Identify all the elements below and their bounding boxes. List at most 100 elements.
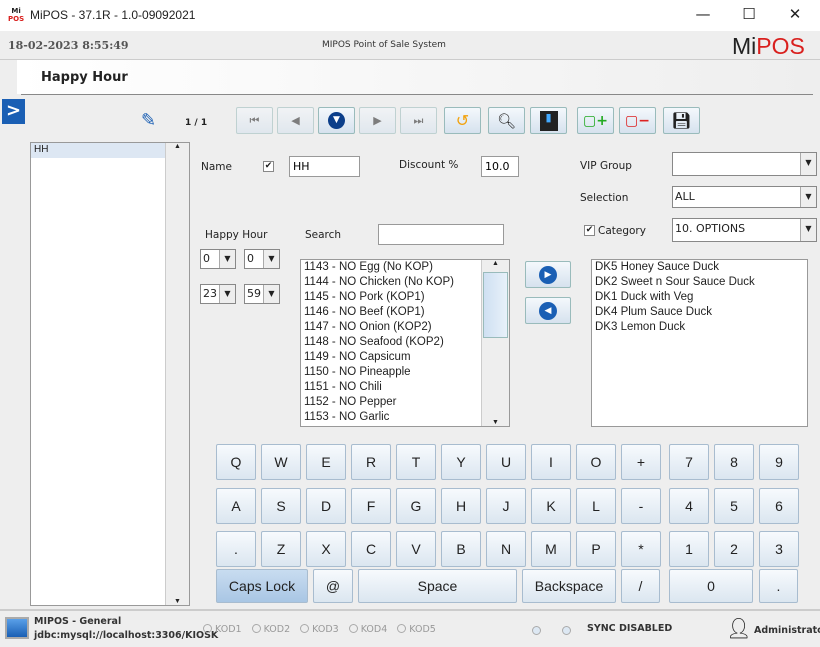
- last-record-button[interactable]: ⏭: [400, 107, 437, 134]
- list-item[interactable]: 1149 - NO Capsicum: [301, 350, 509, 365]
- key-T[interactable]: T: [396, 444, 436, 480]
- kod-radio-4[interactable]: KOD4: [348, 624, 387, 635]
- list-item[interactable]: 1146 - NO Beef (KOP1): [301, 305, 509, 320]
- list-item[interactable]: DK5 Honey Sauce Duck: [592, 260, 807, 275]
- list-item[interactable]: 1150 - NO Pineapple: [301, 365, 509, 380]
- key-*[interactable]: *: [621, 531, 661, 567]
- edit-pencil-icon[interactable]: ✎: [141, 110, 156, 131]
- key-R[interactable]: R: [351, 444, 391, 480]
- key-F[interactable]: F: [351, 488, 391, 524]
- category-select[interactable]: 10. OPTIONS ▼: [672, 218, 817, 242]
- key-H[interactable]: H: [441, 488, 481, 524]
- scroll-up-icon[interactable]: ▲: [166, 143, 189, 150]
- search-input[interactable]: [378, 224, 504, 245]
- list-item[interactable]: 1151 - NO Chili: [301, 380, 509, 395]
- space-key[interactable]: Space: [358, 569, 517, 603]
- key-D[interactable]: D: [306, 488, 346, 524]
- scroll-thumb[interactable]: [483, 272, 508, 338]
- key-P[interactable]: P: [576, 531, 616, 567]
- key-9[interactable]: 9: [759, 444, 799, 480]
- key-6[interactable]: 6: [759, 488, 799, 524]
- save-button[interactable]: 💾︎: [663, 107, 700, 134]
- key-O[interactable]: O: [576, 444, 616, 480]
- start-minute-select[interactable]: 0 ▼: [244, 249, 280, 269]
- kod-radio-2[interactable]: KOD2: [251, 624, 290, 635]
- key-E[interactable]: E: [306, 444, 346, 480]
- close-button[interactable]: ✕: [780, 5, 810, 23]
- key-4[interactable]: 4: [669, 488, 709, 524]
- key-7[interactable]: 7: [669, 444, 709, 480]
- key-8[interactable]: 8: [714, 444, 754, 480]
- end-hour-select[interactable]: 23 ▼: [200, 284, 236, 304]
- remove-item-button[interactable]: ◀: [525, 297, 571, 324]
- key-U[interactable]: U: [486, 444, 526, 480]
- dot-key[interactable]: .: [759, 569, 798, 603]
- slash-key[interactable]: /: [621, 569, 660, 603]
- list-item[interactable]: 1144 - NO Chicken (No KOP): [301, 275, 509, 290]
- list-item[interactable]: 1147 - NO Onion (KOP2): [301, 320, 509, 335]
- backspace-key[interactable]: Backspace: [522, 569, 616, 603]
- caps-lock-key[interactable]: Caps Lock: [216, 569, 308, 603]
- list-item[interactable]: 1143 - NO Egg (No KOP): [301, 260, 509, 275]
- scroll-down-icon[interactable]: ▼: [482, 419, 509, 426]
- list-item[interactable]: 1153 - NO Garlic: [301, 410, 509, 425]
- category-checkbox[interactable]: ✔: [584, 225, 595, 236]
- key-J[interactable]: J: [486, 488, 526, 524]
- selection-select[interactable]: ALL ▼: [672, 186, 817, 208]
- key-Z[interactable]: Z: [261, 531, 301, 567]
- key-Y[interactable]: Y: [441, 444, 481, 480]
- add-item-button[interactable]: ▶: [525, 261, 571, 288]
- selected-items-list[interactable]: DK5 Honey Sauce Duck DK2 Sweet n Sour Sau…: [591, 259, 808, 427]
- key-Q[interactable]: Q: [216, 444, 256, 480]
- first-record-button[interactable]: ⏮: [236, 107, 273, 134]
- key-+[interactable]: +: [621, 444, 661, 480]
- key-X[interactable]: X: [306, 531, 346, 567]
- list-item[interactable]: DK3 Lemon Duck: [592, 320, 807, 335]
- discount-field[interactable]: [481, 156, 519, 177]
- key-A[interactable]: A: [216, 488, 256, 524]
- key-B[interactable]: B: [441, 531, 481, 567]
- key-L[interactable]: L: [576, 488, 616, 524]
- previous-record-button[interactable]: ◀: [277, 107, 314, 134]
- key-0[interactable]: 0: [669, 569, 753, 603]
- minimize-button[interactable]: —: [688, 5, 718, 23]
- add-button[interactable]: ▢+: [577, 107, 614, 134]
- key-C[interactable]: C: [351, 531, 391, 567]
- key-.[interactable]: .: [216, 531, 256, 567]
- maximize-button[interactable]: ☐: [734, 5, 764, 23]
- key-3[interactable]: 3: [759, 531, 799, 567]
- scrollbar[interactable]: ▲ ▼: [165, 143, 189, 605]
- report-button[interactable]: ▮: [530, 107, 567, 134]
- kod-radio-5[interactable]: KOD5: [397, 624, 436, 635]
- key-V[interactable]: V: [396, 531, 436, 567]
- key-N[interactable]: N: [486, 531, 526, 567]
- expand-sidebar-button[interactable]: >: [2, 99, 25, 124]
- list-item[interactable]: 1148 - NO Seafood (KOP2): [301, 335, 509, 350]
- happy-hour-list[interactable]: HH ▲ ▼: [30, 142, 190, 606]
- next-record-button[interactable]: ▶: [359, 107, 396, 134]
- key-G[interactable]: G: [396, 488, 436, 524]
- refresh-button[interactable]: ↺: [444, 107, 481, 134]
- scroll-down-icon[interactable]: ▼: [166, 598, 189, 605]
- scrollbar[interactable]: ▲ ▼: [481, 260, 509, 426]
- vip-group-select[interactable]: ▼: [672, 152, 817, 176]
- list-item[interactable]: DK1 Duck with Veg: [592, 290, 807, 305]
- list-item[interactable]: DK2 Sweet n Sour Sauce Duck: [592, 275, 807, 290]
- kod-radio-1[interactable]: KOD1: [203, 624, 242, 635]
- at-key[interactable]: @: [313, 569, 353, 603]
- scroll-up-icon[interactable]: ▲: [482, 260, 509, 267]
- key-W[interactable]: W: [261, 444, 301, 480]
- start-hour-select[interactable]: 0 ▼: [200, 249, 236, 269]
- key-5[interactable]: 5: [714, 488, 754, 524]
- list-item[interactable]: DK4 Plum Sauce Duck: [592, 305, 807, 320]
- name-checkbox[interactable]: ✔: [263, 161, 274, 172]
- key-2[interactable]: 2: [714, 531, 754, 567]
- dropdown-record-button[interactable]: ▼: [318, 107, 355, 134]
- delete-button[interactable]: ▢−: [619, 107, 656, 134]
- key-K[interactable]: K: [531, 488, 571, 524]
- name-field[interactable]: [289, 156, 360, 177]
- key-S[interactable]: S: [261, 488, 301, 524]
- list-item[interactable]: 1152 - NO Pepper: [301, 395, 509, 410]
- key--[interactable]: -: [621, 488, 661, 524]
- key-M[interactable]: M: [531, 531, 571, 567]
